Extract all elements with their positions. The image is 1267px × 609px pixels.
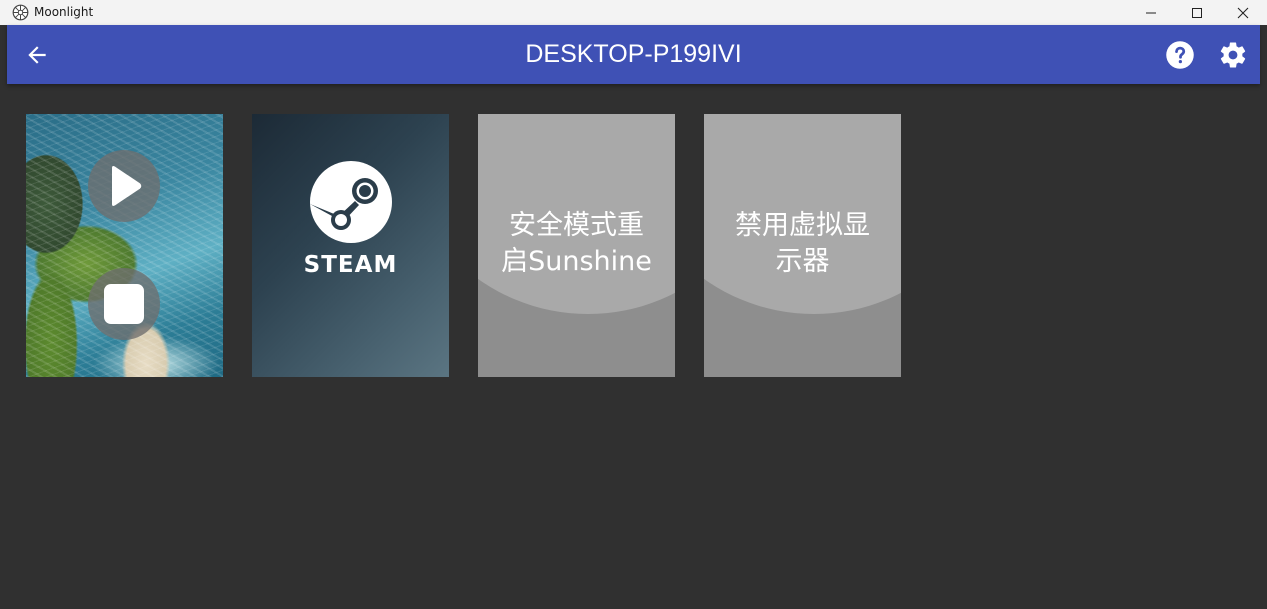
maximize-button[interactable] [1174,0,1220,25]
safe-mode-restart-label: 安全模式重 启Sunshine [501,210,652,277]
app-bar: DESKTOP-P199IVI [7,25,1260,84]
app-tile-steam[interactable]: STEAM [252,114,449,377]
settings-button[interactable] [1218,40,1248,70]
play-icon [112,166,142,206]
app-grid: STEAM 安全模式重 启Sunshine 禁用虚拟显 示器 [26,114,926,377]
app-tile-disable-virtual-display[interactable]: 禁用虚拟显 示器 [704,114,901,377]
close-icon [1237,7,1249,18]
gear-icon [1220,42,1246,68]
help-icon [1166,41,1194,69]
steam-label: STEAM [303,252,398,278]
steam-logo-icon [310,161,392,243]
close-button[interactable] [1220,0,1266,25]
back-button[interactable] [23,41,51,69]
resume-button[interactable] [88,150,160,222]
quit-button[interactable] [88,268,160,340]
stop-icon [104,284,144,324]
host-title: DESKTOP-P199IVI [525,40,742,68]
disable-virtual-display-label: 禁用虚拟显 示器 [735,210,870,277]
arrow-back-icon [28,46,46,64]
minimize-button[interactable] [1128,0,1174,25]
moonlight-logo-icon [12,4,29,21]
minimize-icon [1146,12,1156,13]
app-tile-running[interactable] [26,114,223,377]
maximize-icon [1192,7,1202,18]
help-button[interactable] [1165,40,1195,70]
app-tile-safe-mode-restart[interactable]: 安全模式重 启Sunshine [478,114,675,377]
window-title: Moonlight [34,5,94,19]
window-titlebar: Moonlight [0,0,1267,25]
